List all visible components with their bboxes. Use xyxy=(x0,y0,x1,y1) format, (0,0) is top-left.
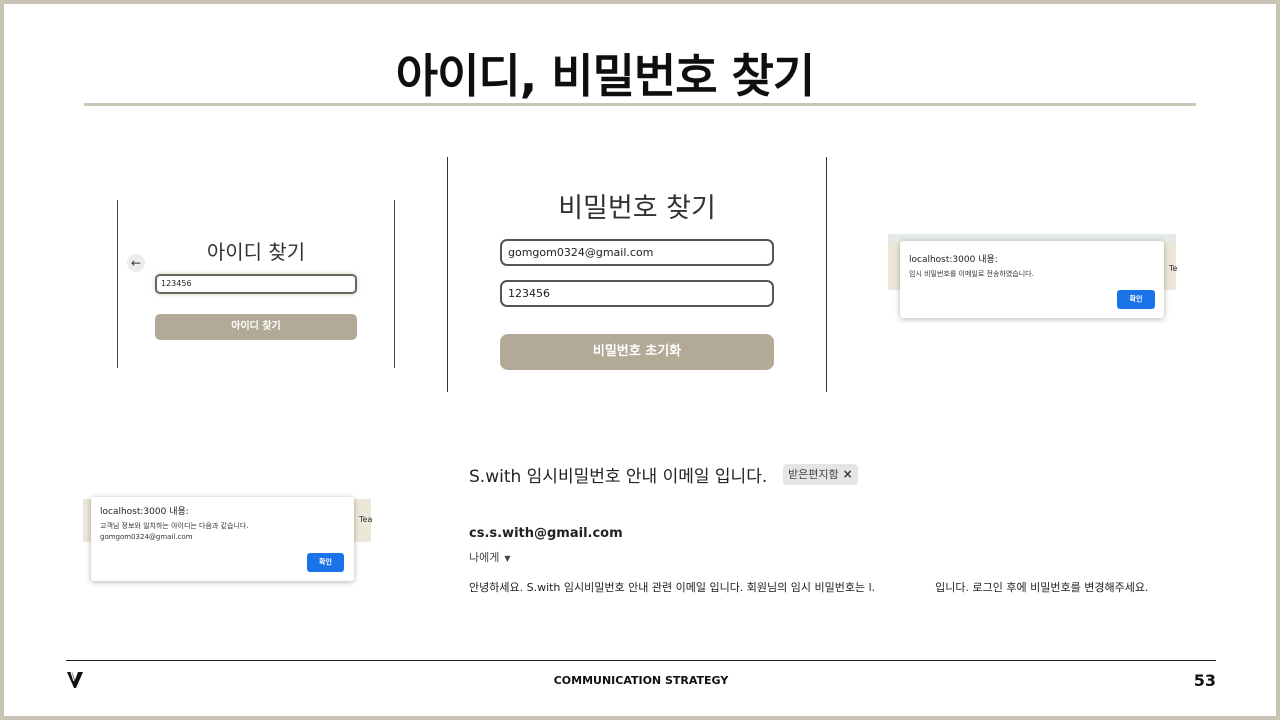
back-button[interactable]: ← xyxy=(127,254,145,272)
find-id-button[interactable]: 아이디 찾기 xyxy=(155,314,357,340)
alert-origin: localhost:3000 내용: xyxy=(909,255,998,265)
recipient-label: 나에게 xyxy=(469,551,500,564)
page-side-text: Tea xyxy=(359,515,373,524)
email-body-text-end: 입니다. 로그인 후에 비밀번호를 변경해주세요. xyxy=(935,581,1149,594)
footer-divider xyxy=(66,660,1216,661)
find-id-title: 아이디 찾기 xyxy=(206,240,306,264)
email-sender: cs.s.with@gmail.com xyxy=(469,526,623,541)
password-sent-alert: localhost:3000 내용: 임시 비밀번호를 이메일로 전송하였습니다… xyxy=(900,241,1164,318)
find-password-panel-right-border xyxy=(826,157,827,392)
alert-ok-button[interactable]: 확인 xyxy=(307,553,344,572)
find-password-panel-left-border xyxy=(447,157,448,392)
code-field[interactable]: 123456 xyxy=(500,280,774,307)
email-recipient[interactable]: 나에게 ▼ xyxy=(469,549,511,565)
page-side-text: Te xyxy=(1169,264,1178,273)
email-subject: S.with 임시비밀번호 안내 이메일 입니다. xyxy=(469,467,768,487)
title-underline xyxy=(84,103,1196,106)
id-found-alert: localhost:3000 내용: 고객님 정보와 일치하는 아이디는 다음과… xyxy=(91,497,354,581)
email-body-text: 안녕하세요. S.with 임시비밀번호 안내 관련 이메일 입니다. 회원님의… xyxy=(469,581,876,594)
find-id-panel-left-border xyxy=(117,200,118,368)
inbox-label-badge[interactable]: 받은편지함 × xyxy=(783,464,858,485)
chevron-down-icon[interactable]: ▼ xyxy=(504,554,510,563)
footer-label: COMMUNICATION STRATEGY xyxy=(553,674,729,687)
email-field[interactable]: gomgom0324@gmail.com xyxy=(500,239,774,266)
alert-message: 임시 비밀번호를 이메일로 전송하였습니다. xyxy=(909,270,1034,278)
page-number: 53 xyxy=(1193,671,1216,690)
arrow-left-icon: ← xyxy=(130,256,142,270)
reset-password-button[interactable]: 비밀번호 초기화 xyxy=(500,334,774,370)
alert-origin: localhost:3000 내용: xyxy=(100,507,189,517)
alert-ok-button[interactable]: 확인 xyxy=(1117,290,1155,309)
find-id-input[interactable]: 123456 xyxy=(155,274,357,294)
alert-result: gomgom0324@gmail.com xyxy=(100,533,193,541)
slide-title: 아이디, 비밀번호 찾기 xyxy=(395,49,815,103)
email-body: 안녕하세요. S.with 임시비밀번호 안내 관련 이메일 입니다. 회원님의… xyxy=(469,579,1148,595)
find-id-panel-right-border xyxy=(394,200,395,368)
close-icon[interactable]: × xyxy=(843,467,853,481)
inbox-label-text: 받은편지함 xyxy=(788,468,839,481)
find-password-title: 비밀번호 찾기 xyxy=(558,193,716,224)
alert-message: 고객님 정보와 일치하는 아이디는 다음과 같습니다. xyxy=(100,522,249,530)
